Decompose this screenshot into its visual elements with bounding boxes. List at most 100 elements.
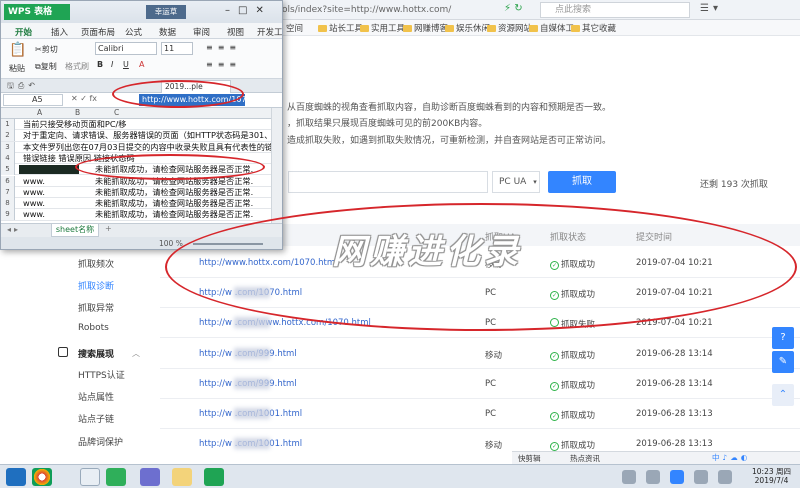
ribbon-tabs: 开始 插入 页面布局 公式 数据 审阅 视图 开发工 xyxy=(1,23,282,41)
check-circle-icon: ✓ xyxy=(550,412,559,421)
sheet-nav-icons[interactable]: ◂▸ xyxy=(7,225,21,234)
row-ua: PC xyxy=(485,379,497,389)
tab-page-layout[interactable]: 页面布局 xyxy=(81,26,115,38)
copy-button[interactable]: ⧉复制 xyxy=(35,61,57,72)
row-time: 2019-06-28 13:14 xyxy=(636,379,713,389)
quick-access-icons[interactable]: 🖫⎙↶ xyxy=(7,80,39,94)
file-explorer-icon[interactable] xyxy=(172,468,192,486)
tab-formula[interactable]: 公式 xyxy=(125,26,142,38)
redaction xyxy=(234,438,270,449)
tray-item[interactable]: 热点资讯 xyxy=(570,453,600,464)
paste-button[interactable]: 粘贴 xyxy=(9,63,25,74)
tab-insert[interactable]: 插入 xyxy=(51,26,68,38)
font-family-select[interactable]: Calibri xyxy=(95,42,157,55)
row-status: ✓ 抓取成功 xyxy=(550,411,596,421)
sidebar-item-https[interactable]: HTTPS认证 xyxy=(78,368,125,381)
sheet-tab[interactable]: sheet名称 xyxy=(51,224,99,237)
address-bar[interactable]: ols/index?site=http://www.hottx.com/ xyxy=(282,2,500,18)
fav-item[interactable]: 空间 xyxy=(286,22,303,34)
selected-cell[interactable] xyxy=(19,165,79,175)
sidebar-item-crawl-frequency[interactable]: 抓取频次 xyxy=(78,257,114,270)
tray-icon[interactable] xyxy=(670,470,684,484)
table-row: http://w .com/1001.html PC ✓抓取成功 2019-06… xyxy=(160,400,800,429)
ua-select[interactable]: PC UA ▾ xyxy=(492,171,540,193)
vertical-scrollbar[interactable] xyxy=(271,108,282,223)
clock[interactable]: 10:23 周四 2019/7/4 xyxy=(752,467,791,485)
row-time: 2019-06-28 13:13 xyxy=(636,409,713,419)
fav-item[interactable]: 资源网站 xyxy=(487,22,532,34)
tray-icon[interactable] xyxy=(646,470,660,484)
italic-icon[interactable]: I xyxy=(111,60,113,69)
chrome-icon[interactable] xyxy=(32,468,52,486)
redaction xyxy=(234,348,270,359)
font-size-select[interactable]: 11 xyxy=(161,42,193,55)
start-icon[interactable] xyxy=(6,468,26,486)
tab-review[interactable]: 审阅 xyxy=(193,26,210,38)
bolt-icon[interactable]: ⚡ ↻ xyxy=(504,3,523,14)
fav-item[interactable]: 站长工具 xyxy=(318,22,363,34)
row-status: ✓ 抓取成功 xyxy=(550,441,596,451)
check-circle-icon: ✓ xyxy=(550,442,559,451)
network-icon[interactable] xyxy=(718,470,732,484)
fx-icon[interactable]: ✕ ✓ fx xyxy=(71,94,97,103)
col-header[interactable]: C xyxy=(114,108,119,117)
volume-icon[interactable] xyxy=(694,470,708,484)
tray-icons[interactable]: 中♪☁◐ xyxy=(712,452,750,463)
watermark: 网赚进化录 xyxy=(332,232,522,272)
align-icons[interactable]: ≡≡≡ xyxy=(206,60,241,69)
app-icon[interactable] xyxy=(140,468,160,486)
sidebar-item-crawl-diagnosis[interactable]: 抓取诊断 xyxy=(78,279,114,292)
font-color-icon[interactable]: A xyxy=(139,60,144,69)
window-controls[interactable]: –□✕ xyxy=(225,5,272,16)
chevron-down-icon: ▾ xyxy=(533,178,537,186)
format-painter-button[interactable]: 格式刷 xyxy=(65,61,89,72)
sidebar-item-crawl-errors[interactable]: 抓取异常 xyxy=(78,301,114,314)
add-sheet-icon[interactable]: + xyxy=(105,224,112,233)
fav-item[interactable]: 自媒体工 xyxy=(529,22,574,34)
sidebar-item-sublinks[interactable]: 站点子链 xyxy=(78,412,114,425)
remaining-count: 还剩 193 次抓取 xyxy=(700,180,768,190)
browser-menu-icons[interactable]: ☰▾ xyxy=(700,3,722,14)
sidebar-item-robots[interactable]: Robots xyxy=(78,323,109,333)
tray-icon[interactable] xyxy=(622,470,636,484)
scissors-icon: ✂ xyxy=(35,45,42,54)
browser-search-input[interactable]: 点此搜索 xyxy=(540,2,690,18)
row-ua: PC xyxy=(485,409,497,419)
tab-view[interactable]: 视图 xyxy=(227,26,244,38)
fav-item[interactable]: 其它收藏 xyxy=(571,22,616,34)
user-badge[interactable]: 幸运草 xyxy=(146,5,186,19)
folder-icon[interactable] xyxy=(80,468,100,486)
check-circle-icon: ✓ xyxy=(550,382,559,391)
underline-icon[interactable]: U xyxy=(123,60,129,69)
sheet-row: 8 www. 未能抓取成功，请检查网站服务器是否正常. xyxy=(1,198,282,210)
sidebar-item-brand[interactable]: 品牌词保护 xyxy=(78,435,123,448)
bold-icon[interactable]: B xyxy=(97,60,103,69)
taskbar xyxy=(0,464,800,488)
wps-taskbar-icon[interactable] xyxy=(204,468,224,486)
screen: ols/index?site=http://www.hottx.com/ ⚡ ↻… xyxy=(0,0,800,488)
cut-button[interactable]: ✂剪切 xyxy=(35,44,58,55)
fav-item[interactable]: 娱乐休闲 xyxy=(445,22,490,34)
row-ua: 移动 xyxy=(485,441,503,451)
tray-item[interactable]: 快剪辑 xyxy=(518,453,541,464)
app-icon[interactable] xyxy=(106,468,126,486)
paste-icon[interactable]: 📋 xyxy=(9,42,26,58)
tab-dev[interactable]: 开发工 xyxy=(257,26,282,38)
url-input[interactable] xyxy=(288,171,488,193)
align-icons[interactable]: ≡≡≡ xyxy=(206,43,241,52)
sidebar-section-search[interactable]: 搜索展现 xyxy=(78,347,114,360)
name-box[interactable]: A5 xyxy=(3,94,63,106)
tab-data[interactable]: 数据 xyxy=(159,26,176,38)
scroll-top-icon[interactable]: ⌃ xyxy=(772,384,794,406)
fetch-button[interactable]: 抓取 xyxy=(548,171,616,193)
col-header[interactable]: A xyxy=(37,108,42,117)
folder-icon xyxy=(360,25,369,32)
help-icon[interactable]: ? xyxy=(772,327,794,349)
fav-item[interactable]: 实用工具 xyxy=(360,22,405,34)
col-header[interactable]: B xyxy=(75,108,80,117)
wps-app-menu[interactable]: WPS 表格 xyxy=(4,4,70,20)
feedback-icon[interactable]: ✎ xyxy=(772,351,794,373)
fav-item[interactable]: 网赚博客 xyxy=(403,22,448,34)
sidebar-item-site-attr[interactable]: 站点属性 xyxy=(78,390,114,403)
chevron-up-icon[interactable]: ︿ xyxy=(132,348,140,359)
